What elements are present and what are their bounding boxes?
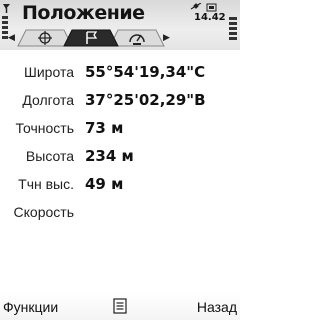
- tab-flag[interactable]: [63, 29, 119, 47]
- altitude-accuracy-row: Тчн выс. 49 м: [0, 174, 240, 196]
- menu-icon[interactable]: [113, 298, 127, 314]
- longitude-value: 37°25'02,29"В: [85, 91, 206, 109]
- latitude-value: 55°54'19,34"С: [85, 63, 206, 81]
- accuracy-value: 73 м: [85, 119, 124, 137]
- tab-compass[interactable]: [17, 29, 73, 47]
- clock: 14.42: [194, 12, 226, 23]
- altitude-value: 234 м: [85, 147, 134, 165]
- longitude-label: Долгота: [22, 92, 74, 108]
- tab-speedometer[interactable]: [109, 29, 165, 47]
- speed-label: Скорость: [13, 204, 74, 220]
- satellite-icon: [190, 3, 202, 10]
- top-bar: Положение 14.42 ◀ ▶: [0, 0, 240, 50]
- altitude-row: Высота 234 м: [0, 146, 240, 168]
- battery-icon: [229, 17, 237, 40]
- latitude-row: Широта 55°54'19,34"С: [0, 62, 240, 84]
- page-title: Положение: [22, 2, 145, 24]
- back-softkey[interactable]: Назад: [197, 299, 237, 315]
- longitude-row: Долгота 37°25'02,29"В: [0, 90, 240, 112]
- options-softkey[interactable]: Функции: [3, 299, 58, 315]
- tab-right-arrow-icon[interactable]: ▶: [163, 33, 170, 43]
- altitude-label: Высота: [25, 148, 74, 164]
- altitude-accuracy-value: 49 м: [85, 175, 124, 193]
- tab-bar: [17, 29, 165, 47]
- accuracy-label: Точность: [15, 120, 74, 136]
- sim-icon: [206, 3, 217, 12]
- speed-row: Скорость: [0, 202, 240, 224]
- softkey-bar: Функции Назад: [0, 292, 240, 320]
- altitude-accuracy-label: Тчн выс.: [18, 176, 74, 192]
- latitude-label: Широта: [24, 64, 74, 80]
- accuracy-row: Точность 73 м: [0, 118, 240, 140]
